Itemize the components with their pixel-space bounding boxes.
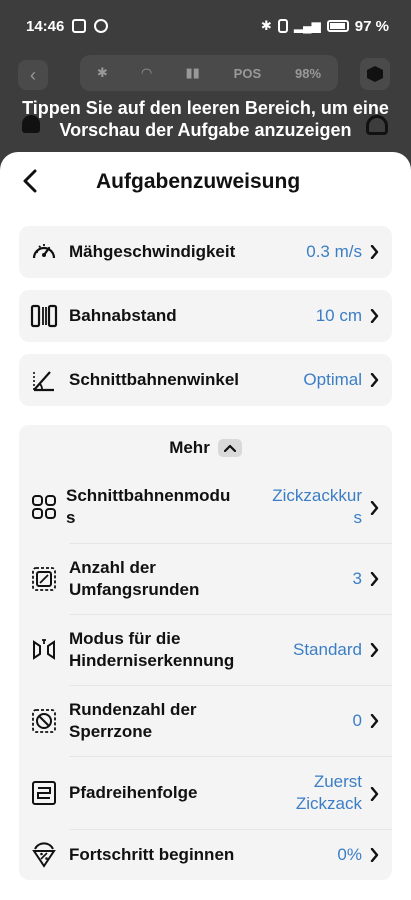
back-button[interactable]: [16, 166, 44, 196]
chevron-right-icon: [368, 572, 380, 586]
setting-value: Optimal: [303, 370, 362, 389]
setting-label: Bahnabstand: [69, 306, 177, 325]
setting-label-line: Hinderniserkennung: [69, 651, 235, 670]
more-settings-card: Mehr Schnittbahnenmodu s Zickzackkur s A…: [19, 425, 392, 880]
collapse-button[interactable]: [217, 439, 242, 457]
setting-value: Zickzackkur s: [272, 485, 362, 529]
setting-start-progress[interactable]: Fortschritt beginnen 0%: [19, 830, 392, 880]
setting-value-line: Zickzack: [295, 794, 362, 813]
pos-label: POS: [233, 65, 262, 81]
setting-label-line: Modus für die: [69, 629, 181, 648]
setting-obstacle-detection[interactable]: Modus für die Hinderniserkennung Standar…: [19, 615, 392, 685]
setting-label-line: Schnittbahnenmodu: [66, 486, 231, 505]
background-back-button: ‹: [18, 60, 48, 90]
cellular-icon: ▮▮: [185, 65, 200, 80]
setting-value: 3: [352, 569, 362, 588]
setting-no-go-zone-laps[interactable]: Rundenzahl der Sperrzone 0: [19, 686, 392, 756]
background-status-strip: ✱ ◠ ▮▮ POS 98%: [80, 55, 338, 91]
chevron-right-icon: [368, 643, 380, 657]
obstacle-icon: [30, 636, 58, 664]
lane-spacing-icon: [30, 302, 58, 330]
setting-path-spacing[interactable]: Bahnabstand 10 cm: [19, 290, 392, 342]
setting-value-line: s: [353, 508, 363, 527]
chevron-left-icon: [23, 169, 37, 193]
setting-label: Fortschritt beginnen: [69, 845, 235, 864]
setting-label: Schnittbahnenwinkel: [69, 370, 240, 389]
signal-icon: ▂▄▆: [293, 19, 321, 33]
speedometer-icon: [30, 238, 58, 266]
setting-value-line: Zuerst: [313, 772, 362, 791]
more-section-header[interactable]: Mehr: [19, 433, 392, 463]
setting-mowing-speed[interactable]: Mähgeschwindigkeit 0.3 m/s: [19, 226, 392, 278]
setting-path-mode[interactable]: Schnittbahnenmodu s Zickzackkur s: [19, 471, 392, 543]
more-label: Mehr: [169, 438, 210, 457]
status-bar: 14:46 ✱ ▂▄▆ 97 %: [0, 0, 411, 52]
setting-label: Modus für die Hinderniserkennung: [69, 628, 234, 672]
progress-percent-icon: [30, 841, 58, 869]
chevron-up-icon: [223, 444, 236, 452]
setting-label: Anzahl der Umfangsrunden: [69, 557, 199, 601]
status-time: 14:46: [26, 17, 65, 35]
setting-value: 0%: [337, 845, 362, 864]
bluetooth-icon: ✱: [260, 18, 272, 33]
setting-path-angle[interactable]: Schnittbahnenwinkel Optimal: [19, 354, 392, 406]
path-order-icon: [30, 779, 58, 807]
setting-label-line: Anzahl der: [69, 558, 156, 577]
angle-icon: [30, 366, 58, 394]
grid-mode-icon: [30, 493, 58, 521]
wifi-icon: ◠: [141, 65, 152, 80]
setting-label: Rundenzahl der Sperrzone: [69, 699, 197, 743]
chevron-right-icon: [368, 787, 380, 801]
preview-hint: Tippen Sie auf den leeren Bereich, um ei…: [22, 98, 389, 140]
setting-value: Zuerst Zickzack: [296, 771, 362, 815]
nfc-icon: [72, 19, 87, 33]
device-battery: 98%: [294, 65, 322, 81]
battery-icon: [326, 20, 349, 32]
setting-label: Mähgeschwindigkeit: [69, 242, 236, 261]
sheet-header: Aufgabenzuweisung: [0, 152, 411, 212]
setting-label: Pfadreihenfolge: [69, 783, 198, 802]
threads-icon: [94, 19, 109, 33]
background-settings-button: [360, 58, 390, 90]
setting-path-order[interactable]: Pfadreihenfolge Zuerst Zickzack: [19, 757, 392, 829]
chevron-right-icon: [368, 373, 380, 387]
battery-percent: 97 %: [354, 17, 389, 35]
setting-value: 0: [352, 711, 362, 730]
setting-label-line: Sperrzone: [69, 722, 153, 741]
chevron-right-icon: [368, 501, 380, 515]
page-title: Aufgabenzuweisung: [96, 170, 301, 193]
setting-perimeter-laps[interactable]: Anzahl der Umfangsrunden 3: [19, 544, 392, 614]
chevron-right-icon: [368, 714, 380, 728]
setting-value-line: Zickzackkur: [272, 486, 362, 505]
setting-value: Standard: [293, 640, 362, 659]
chevron-right-icon: [368, 309, 380, 323]
chevron-right-icon: [368, 848, 380, 862]
setting-label-line: Umfangsrunden: [69, 580, 200, 599]
chevron-right-icon: [368, 245, 380, 259]
setting-label-line: s: [66, 508, 76, 527]
vibrate-icon: [277, 19, 288, 33]
setting-value: 10 cm: [315, 306, 362, 325]
no-go-zone-icon: [30, 707, 58, 735]
bluetooth-icon: ✱: [96, 65, 108, 80]
task-assignment-sheet: Aufgabenzuweisung Mähgeschwindigkeit 0.3…: [0, 152, 411, 900]
setting-label: Schnittbahnenmodu s: [66, 485, 230, 529]
perimeter-icon: [30, 565, 58, 593]
setting-value: 0.3 m/s: [306, 242, 362, 261]
hexagon-icon: [367, 66, 383, 82]
setting-label-line: Rundenzahl der: [69, 700, 197, 719]
